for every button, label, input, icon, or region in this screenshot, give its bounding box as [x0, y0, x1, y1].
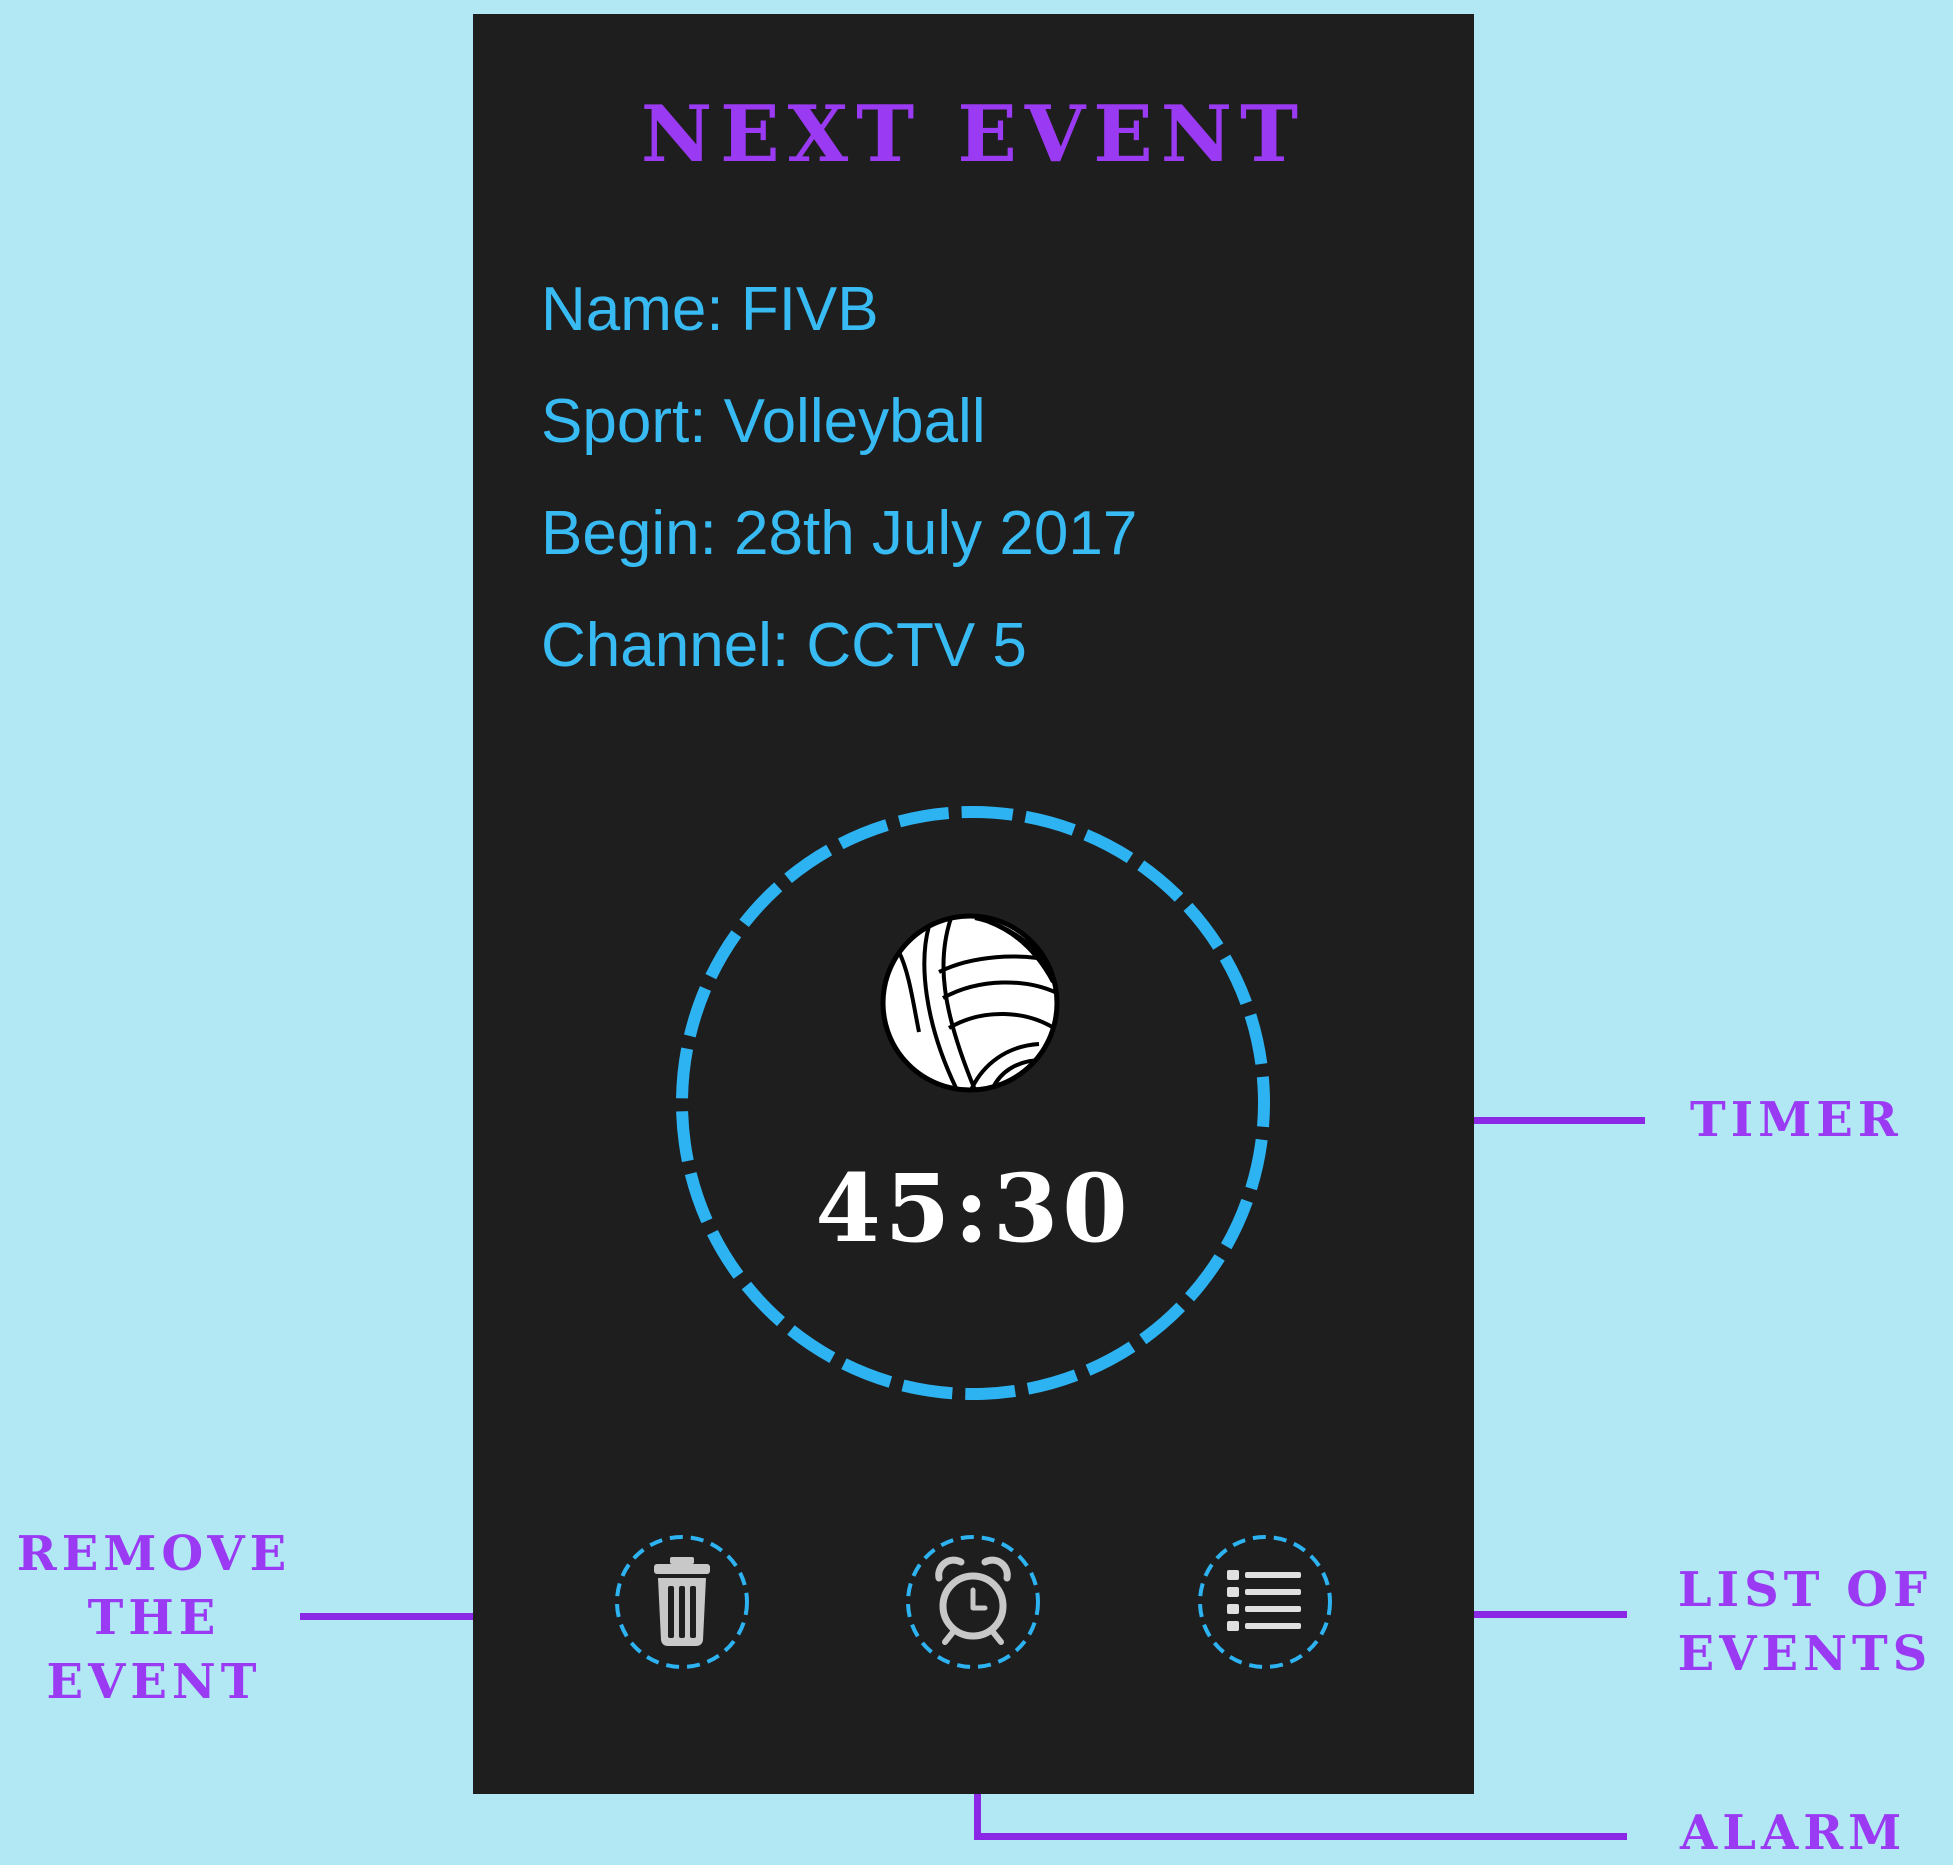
event-sport: Sport: Volleyball — [541, 387, 986, 456]
timer-callout-label: TIMER — [1690, 1092, 1903, 1148]
event-begin: Begin: 28th July 2017 — [541, 499, 1138, 568]
remove-event-button[interactable] — [614, 1534, 750, 1670]
timer-callout-line — [1474, 1117, 1645, 1124]
alarm-button[interactable] — [905, 1534, 1041, 1670]
event-name: Name: FIVB — [541, 275, 879, 344]
trash-icon — [654, 1557, 710, 1646]
phone-screen: NEXT EVENT Name: FIVB Sport: Volleyball … — [473, 14, 1474, 1794]
page-title: NEXT EVENT — [640, 89, 1307, 180]
list-callout-line1: LIST OF — [1677, 1562, 1933, 1618]
countdown-timer: 45:30 — [815, 1154, 1132, 1264]
list-callout-label: LIST OF EVENTS — [1665, 1558, 1945, 1686]
list-icon — [1227, 1570, 1301, 1631]
remove-callout-label: REMOVE THE EVENT — [6, 1522, 302, 1714]
remove-callout-line3: EVENT — [46, 1654, 262, 1710]
remove-callout-line2: THE — [87, 1590, 221, 1646]
event-channel: Channel: CCTV 5 — [541, 611, 1027, 680]
remove-callout-line — [300, 1613, 473, 1620]
alarm-callout-label: ALARM — [1680, 1805, 1907, 1861]
volleyball-icon — [880, 913, 1060, 1093]
alarm-callout-line-horizontal — [974, 1833, 1627, 1840]
list-events-button[interactable] — [1197, 1534, 1333, 1670]
list-callout-line2: EVENTS — [1677, 1626, 1933, 1682]
timer-ring — [676, 806, 1270, 1400]
remove-callout-line1: REMOVE — [16, 1526, 292, 1582]
list-callout-line — [1474, 1611, 1627, 1618]
alarm-clock-icon — [935, 1556, 1011, 1645]
